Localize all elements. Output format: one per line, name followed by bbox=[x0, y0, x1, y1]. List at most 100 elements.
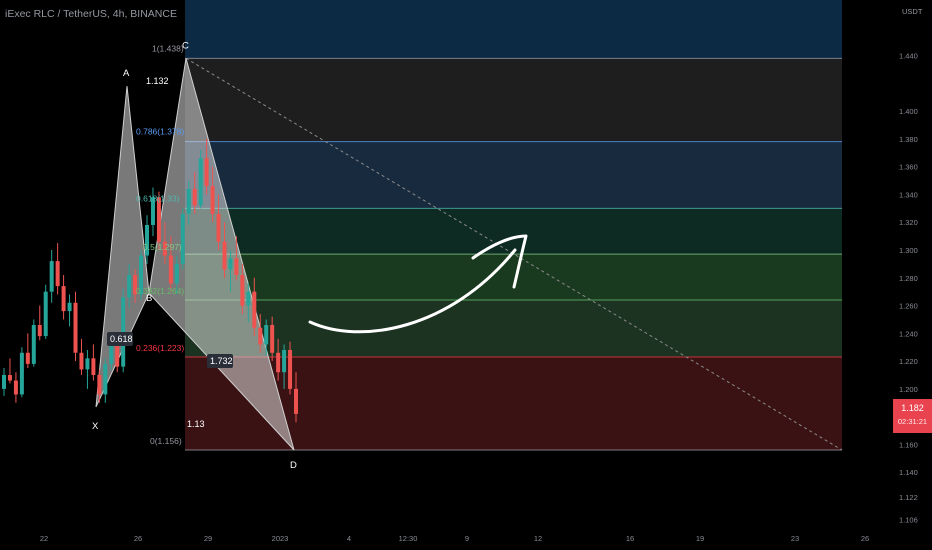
candle-body bbox=[103, 363, 108, 395]
fib-level-label: 0.5(1.297) bbox=[143, 242, 182, 252]
candle-body bbox=[270, 325, 275, 353]
time-tick-label: 26 bbox=[861, 534, 869, 543]
candle-body bbox=[73, 302, 78, 353]
candle-body bbox=[288, 350, 293, 389]
price-tick-label: 1.280 bbox=[899, 274, 918, 283]
ratio-label: 1.13 bbox=[187, 419, 205, 429]
candle-body bbox=[234, 258, 239, 275]
candle-body bbox=[79, 352, 84, 370]
fib-level-label: 0.382(1.264) bbox=[136, 286, 184, 296]
last-price: 1.182 bbox=[901, 403, 924, 413]
price-tick-label: 1.300 bbox=[899, 246, 918, 255]
candle-body bbox=[192, 188, 197, 206]
fib-bands bbox=[185, 0, 842, 451]
candle-body bbox=[121, 297, 126, 367]
time-tick-label: 2023 bbox=[272, 534, 289, 543]
candle-body bbox=[127, 275, 132, 298]
time-tick-label: 9 bbox=[465, 534, 469, 543]
pattern-point-label: D bbox=[290, 460, 297, 471]
candle-body bbox=[13, 380, 18, 395]
price-tick-label: 1.340 bbox=[899, 190, 918, 199]
price-tick-label: 1.320 bbox=[899, 218, 918, 227]
fib-level-label: 1(1.438) bbox=[152, 43, 184, 53]
fib-level-label: 0.618(1.33) bbox=[136, 193, 180, 203]
time-tick-label: 23 bbox=[791, 534, 799, 543]
candle-body bbox=[210, 186, 215, 214]
price-tick-label: 1.360 bbox=[899, 163, 918, 172]
candle-body bbox=[258, 327, 263, 345]
fib-band bbox=[185, 254, 842, 300]
candle-body bbox=[49, 261, 54, 292]
candle-body bbox=[294, 388, 298, 414]
fib-band bbox=[185, 300, 842, 357]
ratio-label: 1.132 bbox=[146, 76, 169, 86]
fib-level-label: 0.786(1.378) bbox=[136, 127, 184, 137]
candle-body bbox=[180, 213, 185, 264]
candle-body bbox=[282, 350, 287, 373]
candle-body bbox=[67, 302, 72, 312]
time-tick-label: 12 bbox=[534, 534, 542, 543]
price-tick-label: 1.140 bbox=[899, 468, 918, 477]
candle-body bbox=[228, 258, 233, 270]
candle-body bbox=[276, 352, 281, 373]
candle-body bbox=[31, 325, 36, 364]
price-tick-label: 1.220 bbox=[899, 357, 918, 366]
candle-body bbox=[43, 291, 48, 337]
candle-body bbox=[216, 213, 221, 242]
candle-body bbox=[186, 188, 191, 214]
time-tick-label: 26 bbox=[134, 534, 142, 543]
pattern-point-label: B bbox=[146, 293, 152, 304]
price-tick-label: 1.122 bbox=[899, 493, 918, 502]
candle-body bbox=[7, 375, 12, 381]
ratio-label: 0.618 bbox=[110, 334, 133, 344]
candle-body bbox=[25, 352, 30, 364]
fib-band bbox=[185, 58, 842, 142]
chart-title: iExec RLC / TetherUS, 4h, BINANCE bbox=[5, 8, 177, 20]
price-tick-label: 1.440 bbox=[899, 52, 918, 61]
candle-body bbox=[61, 286, 66, 312]
price-axis[interactable]: 1.440 1.400 1.380 1.360 1.340 1.320 1.300 1.280… bbox=[893, 0, 932, 550]
last-price-badge: 1.182 02:31:21 bbox=[893, 399, 932, 433]
pattern-point-label: A bbox=[123, 68, 130, 79]
candle-body bbox=[222, 241, 227, 270]
currency-label: USDT bbox=[902, 7, 923, 16]
candle-body bbox=[252, 291, 257, 328]
candle-body bbox=[168, 255, 173, 284]
price-tick-label: 1.380 bbox=[899, 135, 918, 144]
candle-body bbox=[37, 325, 42, 337]
candle-body bbox=[198, 158, 203, 206]
candle-body bbox=[246, 291, 251, 306]
time-tick-label: 4 bbox=[347, 534, 351, 543]
fib-band-top bbox=[185, 0, 842, 59]
candle-body bbox=[156, 197, 161, 242]
price-tick-label: 1.106 bbox=[899, 515, 918, 524]
fib-level-label: 0.236(1.223) bbox=[136, 343, 184, 353]
bar-countdown: 02:31:21 bbox=[897, 417, 928, 426]
candle-body bbox=[85, 358, 90, 370]
candle-body bbox=[174, 263, 179, 284]
time-tick-label: 19 bbox=[696, 534, 704, 543]
time-axis[interactable]: 22 26 29 2023 4 12:30 9 12 16 19 23 26 bbox=[0, 525, 932, 550]
candle-body bbox=[264, 325, 269, 345]
price-tick-label: 1.400 bbox=[899, 107, 918, 116]
price-tick-label: 1.200 bbox=[899, 385, 918, 394]
ratio-label: 1.732 bbox=[210, 356, 233, 366]
candle-body bbox=[55, 261, 60, 287]
candle-body bbox=[91, 358, 96, 375]
price-chart[interactable]: 1(1.438) 0.786(1.378) 0.618(1.33) 0.5(1.297… bbox=[0, 0, 932, 550]
candle-body bbox=[19, 352, 24, 395]
candle-body bbox=[204, 158, 209, 187]
time-tick-label: 29 bbox=[204, 534, 212, 543]
fib-band bbox=[185, 208, 842, 255]
candle-body bbox=[2, 375, 6, 389]
candle-body bbox=[240, 275, 245, 306]
pattern-point-label: X bbox=[92, 421, 99, 432]
time-tick-label: 16 bbox=[626, 534, 634, 543]
price-tick-label: 1.260 bbox=[899, 302, 918, 311]
fib-band bbox=[185, 141, 842, 209]
price-tick-label: 1.160 bbox=[899, 440, 918, 449]
price-tick-label: 1.240 bbox=[899, 329, 918, 338]
time-tick-label: 12:30 bbox=[399, 534, 418, 543]
fib-level-label: 0(1.156) bbox=[150, 436, 182, 446]
candle-body bbox=[97, 375, 102, 395]
